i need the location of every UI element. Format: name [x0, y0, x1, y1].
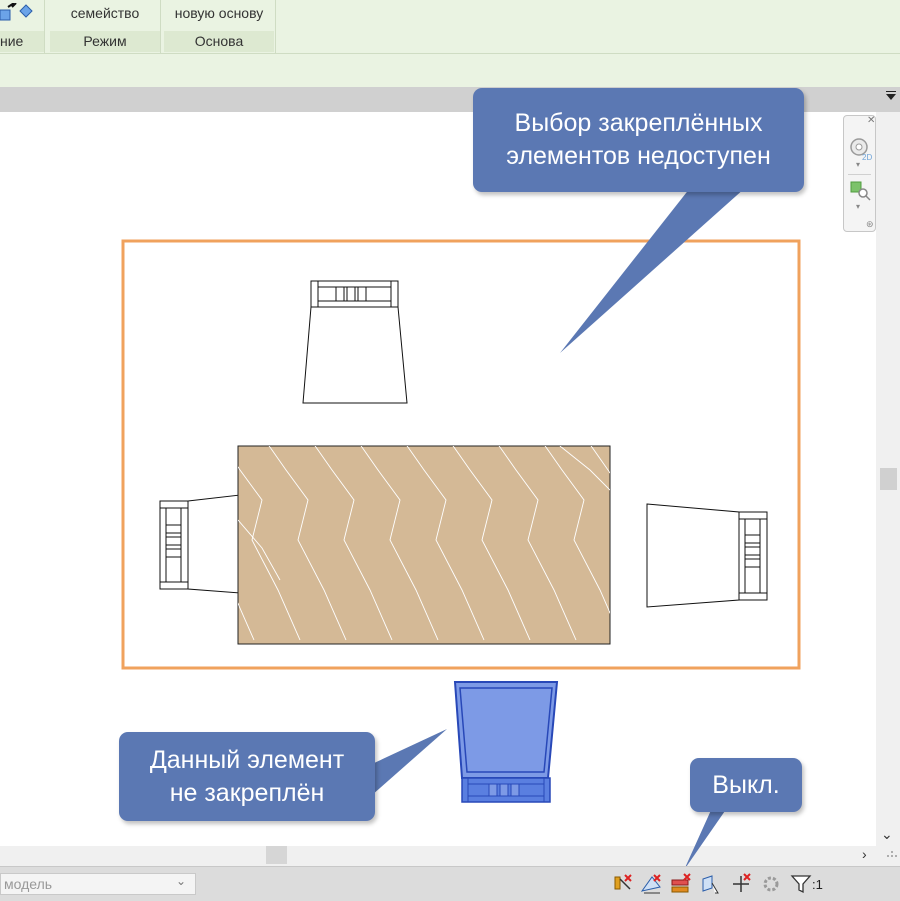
- background-process-icon[interactable]: [760, 873, 782, 895]
- chevron-down-icon[interactable]: ⌄: [176, 874, 186, 888]
- callout-unpinned-line-1: Данный элемент: [149, 745, 345, 774]
- callout-pinned-pointer: [560, 188, 745, 353]
- callout-element-unpinned: Данный элемент не закреплён: [119, 732, 375, 821]
- callout-pinned-line-2: элементов недоступен: [506, 142, 771, 170]
- callout-pinned-line-1: Выбор закреплённых: [514, 109, 763, 137]
- filter-count: :1: [812, 877, 823, 892]
- filter-icon[interactable]: [790, 873, 812, 895]
- select-pinned-icon[interactable]: [670, 873, 692, 895]
- callout-pinned-selection-disabled: Выбор закреплённых элементов недоступен: [473, 88, 804, 192]
- callout-unpinned-line-2: не закреплён: [169, 778, 325, 807]
- select-links-icon[interactable]: [612, 873, 634, 895]
- drag-on-selection-icon[interactable]: [730, 873, 752, 895]
- callout-unpinned-pointer: [372, 729, 447, 795]
- callout-off: Выкл.: [690, 758, 802, 812]
- select-underlay-icon[interactable]: [640, 873, 662, 895]
- model-select-value: модель: [4, 876, 53, 892]
- callout-off-pointer: [684, 808, 727, 870]
- callout-off-text: Выкл.: [712, 770, 780, 799]
- select-by-face-icon[interactable]: [700, 873, 722, 895]
